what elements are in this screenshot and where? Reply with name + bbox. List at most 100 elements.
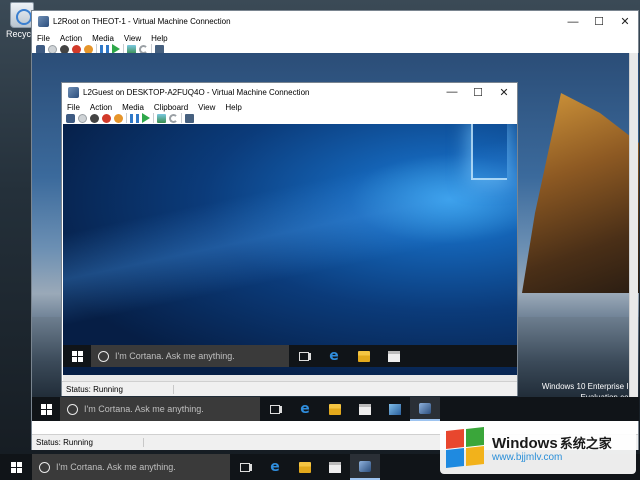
toolbar-separator xyxy=(153,113,154,123)
vm-connection-icon xyxy=(419,402,431,414)
menu-clipboard[interactable]: Clipboard xyxy=(149,103,193,112)
site-watermark-badge: Windows 系统之家 www.bjjmlv.com xyxy=(440,422,636,474)
l2-cortana-search[interactable]: I'm Cortana. Ask me anything. xyxy=(91,345,289,367)
host-store-button[interactable] xyxy=(320,454,350,480)
minimize-button[interactable]: — xyxy=(560,16,586,28)
badge-brand-cn: 系统之家 xyxy=(559,436,612,451)
cortana-icon xyxy=(67,403,78,415)
task-view-icon xyxy=(299,351,309,361)
maximize-button[interactable]: ☐ xyxy=(586,15,612,28)
l2-menubar: File Action Media Clipboard View Help xyxy=(62,101,517,113)
host-edge-button[interactable]: e xyxy=(260,454,290,480)
edge-icon: e xyxy=(300,400,310,417)
pause-icon[interactable] xyxy=(130,113,139,123)
l1-vmconnect-button[interactable] xyxy=(410,397,440,421)
l1-explorer-button[interactable] xyxy=(320,397,350,421)
windows-flag-logo-icon xyxy=(446,427,486,468)
vm-connection-icon xyxy=(68,86,79,98)
toolbar-separator xyxy=(181,113,182,123)
menu-view[interactable]: View xyxy=(193,103,220,112)
menu-help[interactable]: Help xyxy=(146,34,172,43)
watermark-line-1: Windows 10 Enterprise In xyxy=(541,382,633,391)
l1-taskbar: I'm Cortana. Ask me anything. e xyxy=(32,397,639,421)
wallpaper-light-beam xyxy=(63,126,517,332)
cortana-placeholder: I'm Cortana. Ask me anything. xyxy=(56,462,176,472)
l1-cortana-search[interactable]: I'm Cortana. Ask me anything. xyxy=(60,397,260,421)
windows-logo-icon xyxy=(71,350,83,362)
file-explorer-icon xyxy=(299,461,311,473)
l2-guest-screen[interactable]: I'm Cortana. Ask me anything. e xyxy=(63,124,517,375)
cortana-placeholder: I'm Cortana. Ask me anything. xyxy=(115,351,235,361)
windows-logo-icon xyxy=(40,403,52,415)
ctrl-alt-del-icon[interactable] xyxy=(66,113,75,123)
host-cortana-search[interactable]: I'm Cortana. Ask me anything. xyxy=(32,454,230,480)
menu-file[interactable]: File xyxy=(62,103,85,112)
close-button[interactable]: ✕ xyxy=(491,86,517,99)
menu-action[interactable]: Action xyxy=(55,34,87,43)
wallpaper-windows-logo xyxy=(471,124,507,180)
toolbar-separator xyxy=(126,113,127,123)
menu-media[interactable]: Media xyxy=(87,34,119,43)
badge-text: Windows 系统之家 www.bjjmlv.com xyxy=(492,433,612,463)
l2-edge-button[interactable]: e xyxy=(319,345,349,367)
l1-edge-button[interactable]: e xyxy=(290,397,320,421)
start-icon[interactable] xyxy=(78,113,87,123)
badge-url: www.bjjmlv.com xyxy=(492,452,563,463)
l1-start-button[interactable] xyxy=(32,403,60,415)
badge-brand: Windows xyxy=(492,435,558,452)
l1-status-text: Status: Running xyxy=(32,438,144,447)
cortana-placeholder: I'm Cortana. Ask me anything. xyxy=(84,404,204,414)
shutdown-icon[interactable] xyxy=(102,113,111,123)
l2-window-title: L2Guest on DESKTOP-A2FUQ4O - Virtual Mac… xyxy=(83,87,310,97)
edge-icon: e xyxy=(329,347,339,364)
close-button[interactable]: ✕ xyxy=(612,15,638,28)
resume-icon[interactable] xyxy=(142,113,150,123)
l2-titlebar[interactable]: L2Guest on DESKTOP-A2FUQ4O - Virtual Mac… xyxy=(62,83,517,101)
l2-vm-window: L2Guest on DESKTOP-A2FUQ4O - Virtual Mac… xyxy=(61,82,518,396)
store-icon xyxy=(359,403,371,415)
task-view-icon xyxy=(240,462,250,472)
maximize-button[interactable]: ☐ xyxy=(465,86,491,99)
store-icon xyxy=(388,350,400,362)
l1-vertical-scrollbar[interactable] xyxy=(629,53,638,407)
wallpaper-rock xyxy=(522,93,639,293)
checkpoint-icon[interactable] xyxy=(157,113,166,123)
server-manager-icon xyxy=(389,403,401,415)
enhanced-session-icon[interactable] xyxy=(185,113,194,123)
l2-statusbar: Status: Running xyxy=(62,381,517,396)
l2-store-button[interactable] xyxy=(379,345,409,367)
l1-server-manager-button[interactable] xyxy=(380,397,410,421)
l2-taskview-button[interactable] xyxy=(289,345,319,367)
l1-menubar: File Action Media View Help xyxy=(32,32,638,44)
file-explorer-icon xyxy=(329,403,341,415)
l1-store-button[interactable] xyxy=(350,397,380,421)
task-view-icon xyxy=(270,404,280,414)
file-explorer-icon xyxy=(358,350,370,362)
turn-off-icon[interactable] xyxy=(90,113,99,123)
l1-taskview-button[interactable] xyxy=(260,397,290,421)
menu-media[interactable]: Media xyxy=(117,103,149,112)
l2-toolbar xyxy=(62,113,517,123)
l1-titlebar[interactable]: L2Root on THEOT-1 - Virtual Machine Conn… xyxy=(32,11,638,32)
menu-file[interactable]: File xyxy=(32,34,55,43)
l2-start-button[interactable] xyxy=(63,350,91,362)
minimize-button[interactable]: — xyxy=(439,86,465,98)
host-vmconnect-button[interactable] xyxy=(350,454,380,480)
edge-icon: e xyxy=(270,458,280,475)
store-icon xyxy=(329,461,341,473)
menu-help[interactable]: Help xyxy=(220,103,246,112)
vm-connection-icon xyxy=(359,460,371,472)
cortana-icon xyxy=(39,461,50,473)
cortana-icon xyxy=(98,350,109,362)
host-taskview-button[interactable] xyxy=(230,454,260,480)
l2-status-text: Status: Running xyxy=(62,384,174,394)
l2-taskbar: I'm Cortana. Ask me anything. e xyxy=(63,345,517,367)
windows-logo-icon xyxy=(10,461,22,473)
l2-explorer-button[interactable] xyxy=(349,345,379,367)
revert-icon[interactable] xyxy=(169,113,178,123)
host-start-button[interactable] xyxy=(0,461,32,473)
host-explorer-button[interactable] xyxy=(290,454,320,480)
menu-view[interactable]: View xyxy=(119,34,146,43)
save-state-icon[interactable] xyxy=(114,113,123,123)
menu-action[interactable]: Action xyxy=(85,103,117,112)
